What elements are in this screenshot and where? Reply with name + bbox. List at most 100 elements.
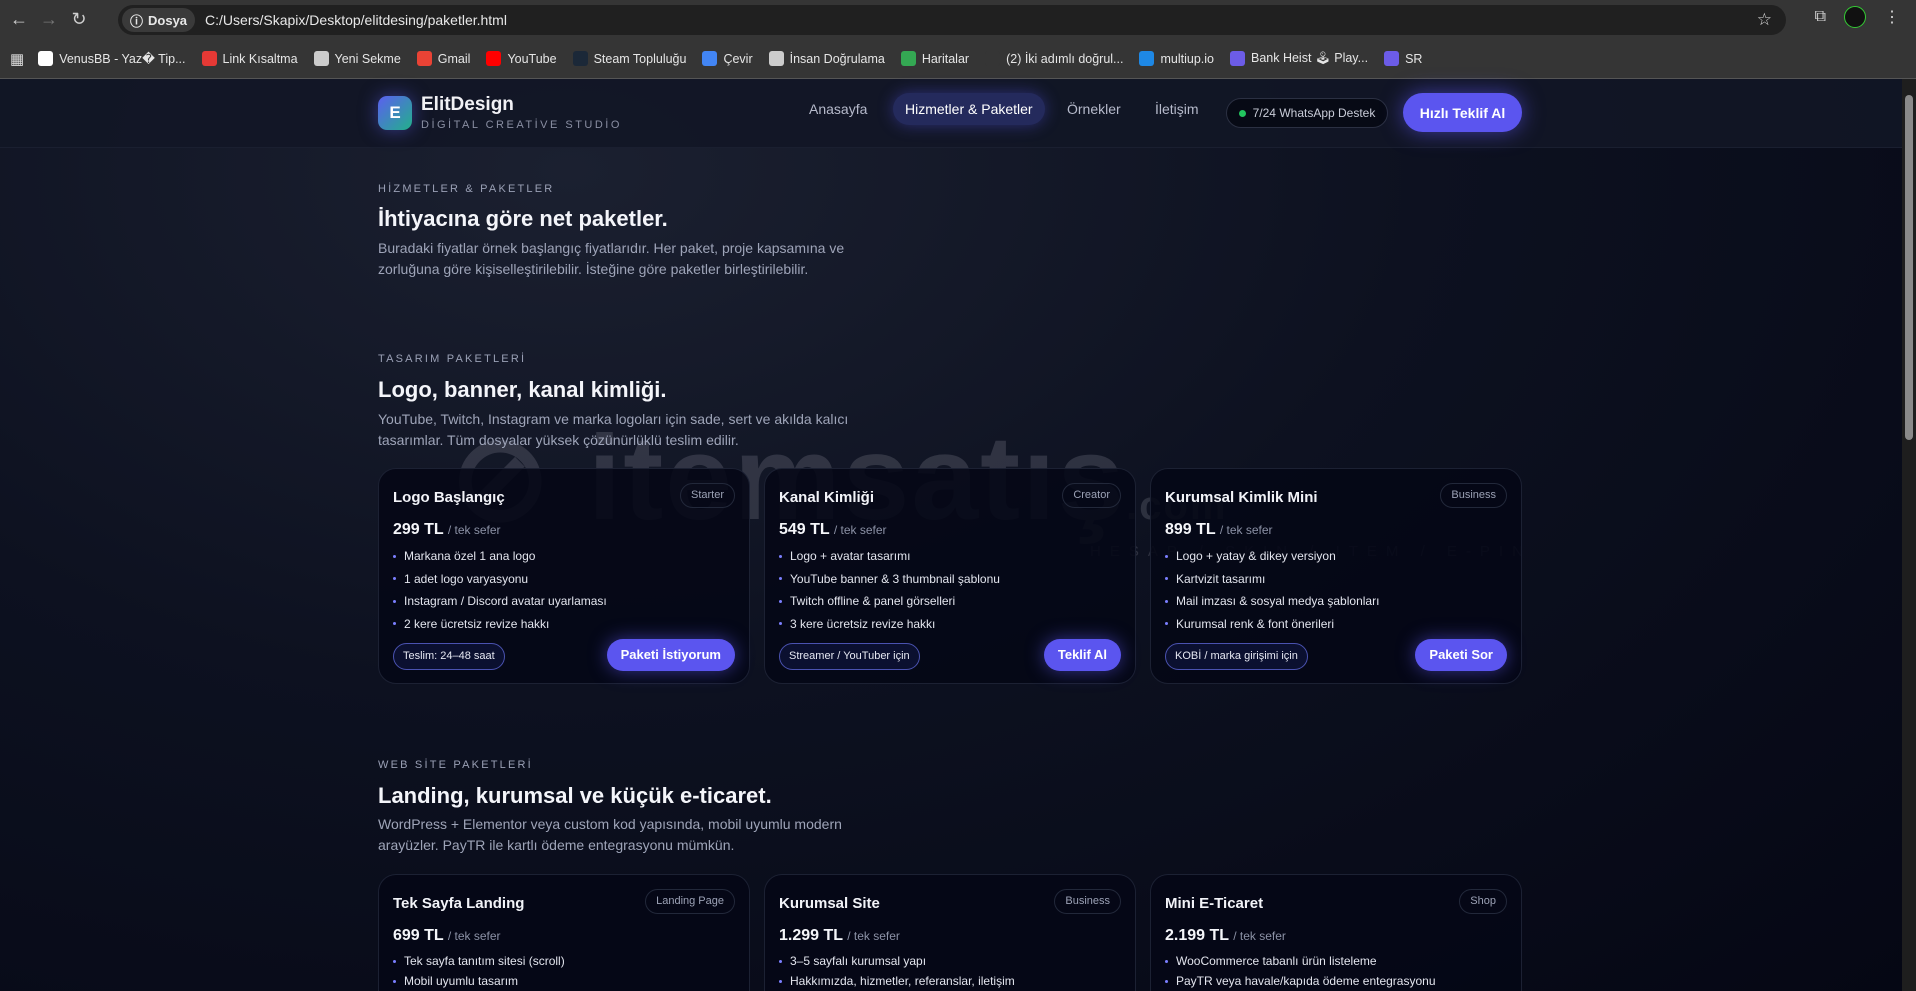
nav-anasayfa[interactable]: Anasayfa <box>809 93 867 125</box>
bookmark-item[interactable]: (2) İki adımlı doğrul... <box>985 51 1123 66</box>
price-value: 1.299 TL <box>779 927 843 944</box>
forward-icon[interactable]: → <box>34 9 64 30</box>
price-period: / tek sefer <box>447 523 501 537</box>
package-title: Kanal Kimliği <box>779 489 875 506</box>
bookmark-item[interactable]: multiup.io <box>1139 51 1214 66</box>
bookmark-label: Haritalar <box>921 51 970 66</box>
bookmark-star-icon[interactable]: ☆ <box>1757 10 1772 30</box>
package-price: 899 TL / tek sefer <box>1165 521 1273 539</box>
extensions-icon[interactable]: ⧉ <box>1815 8 1826 26</box>
design-title: Logo, banner, kanal kimliği. <box>378 377 667 402</box>
bookmark-item[interactable]: Gmail <box>416 51 471 66</box>
price-period: / tek sefer <box>447 929 501 943</box>
feature-item: Twitch offline & panel görselleri <box>779 590 1000 613</box>
package-card: Mini E-Ticaret Shop 2.199 TL / tek sefer… <box>1150 874 1522 991</box>
feature-item: Instagram / Discord avatar uyarlaması <box>393 590 607 613</box>
intro-text: Buradaki fiyatlar örnek başlangıç fiyatl… <box>378 240 845 277</box>
package-price: 549 TL / tek sefer <box>779 521 887 539</box>
feature-list: Markana özel 1 ana logo 1 adet logo varya… <box>393 545 607 635</box>
bookmark-label: Yeni Sekme <box>334 51 401 66</box>
bookmarks-bar: ▦ VenusBB - Yaz� Tip... Link Kısaltma Yeni… <box>0 39 1916 79</box>
bookmark-favicon-icon <box>38 51 54 66</box>
bookmark-favicon-icon <box>702 51 718 66</box>
bookmark-item[interactable]: SR <box>1384 51 1422 66</box>
package-card: Kanal Kimliği Creator 549 TL / tek sefer… <box>764 468 1136 684</box>
package-badge: Starter <box>679 483 735 508</box>
info-icon: ⓘ <box>130 13 144 29</box>
back-icon[interactable]: ← <box>4 9 34 30</box>
package-request-button[interactable]: Paketi İstiyorum <box>606 639 735 671</box>
logo-mark[interactable]: E <box>378 96 412 130</box>
scrollbar-thumb[interactable] <box>1905 95 1913 440</box>
bookmark-favicon-icon <box>900 51 916 66</box>
feature-item: 2 kere ücretsiz revize hakkı <box>393 613 607 636</box>
profile-avatar[interactable] <box>1844 6 1866 28</box>
feature-item: 3 kere ücretsiz revize hakkı <box>779 613 1000 636</box>
bookmark-item[interactable]: Yeni Sekme <box>313 51 401 66</box>
feature-item: PayTR veya havale/kapıda ödeme entegrasy… <box>1165 971 1436 991</box>
feature-list: WooCommerce tabanlı ürün listeleme PayTR … <box>1165 951 1436 991</box>
feature-list: Logo + avatar tasarımı YouTube banner & 3… <box>779 545 1000 635</box>
bookmark-item[interactable]: Link Kısaltma <box>201 51 298 66</box>
price-period: / tek sefer <box>1219 523 1273 537</box>
feature-item: 3–5 sayfalı kurumsal yapı <box>779 951 1015 971</box>
package-note-pill: Streamer / YouTuber için <box>779 643 920 670</box>
bookmark-item[interactable]: Çevir <box>702 51 753 66</box>
package-title: Mini E-Ticaret <box>1165 895 1264 912</box>
feature-list: Tek sayfa tanıtım sitesi (scroll) Mobil u… <box>393 951 565 991</box>
brand-name[interactable]: ElitDesign <box>421 94 514 116</box>
feature-list: 3–5 sayfalı kurumsal yapı Hakkımızda, hiz… <box>779 951 1015 991</box>
bookmark-label: VenusBB - Yaz� Tip... <box>59 52 186 66</box>
bookmark-favicon-icon <box>201 51 217 66</box>
package-title: Tek Sayfa Landing <box>393 895 525 912</box>
package-request-button[interactable]: Paketi Sor <box>1415 639 1507 671</box>
bookmark-label: SR <box>1405 51 1423 66</box>
nav-hizmetler-paketler[interactable]: Hizmetler & Paketler <box>893 93 1045 125</box>
package-badge: Shop <box>1459 889 1507 914</box>
quick-quote-button[interactable]: Hızlı Teklif Al <box>1403 93 1522 132</box>
bookmark-item[interactable]: VenusBB - Yaz� Tip... <box>38 51 186 66</box>
whatsapp-support-button[interactable]: 7/24 WhatsApp Destek <box>1226 98 1388 128</box>
bookmark-favicon-icon <box>572 51 588 66</box>
bookmark-favicon-icon <box>1384 51 1400 66</box>
design-text: YouTube, Twitch, Instagram ve marka logo… <box>378 411 849 448</box>
nav-iletisim[interactable]: İletişim <box>1155 93 1199 125</box>
bookmark-item[interactable]: Steam Topluluğu <box>572 51 686 66</box>
bookmark-label: Gmail <box>437 51 471 66</box>
reload-icon[interactable]: ↻ <box>64 9 94 30</box>
feature-item: Mobil uyumlu tasarım <box>393 971 565 991</box>
feature-item: 1 adet logo varyasyonu <box>393 568 607 591</box>
site-header: E ElitDesign DİGİTAL CREATİVE STUDİO Ana… <box>0 79 1902 148</box>
package-badge: Business <box>1054 889 1121 914</box>
price-value: 899 TL <box>1165 521 1216 538</box>
browser-toolbar: ← → ↻ ⓘ Dosya C:/Users/Skapix/Desktop/eli… <box>0 0 1916 39</box>
web-title: Landing, kurumsal ve küçük e-ticaret. <box>378 783 772 808</box>
browser-chrome: ← → ↻ ⓘ Dosya C:/Users/Skapix/Desktop/eli… <box>0 0 1916 79</box>
online-dot-icon <box>1238 109 1246 117</box>
bookmark-favicon-icon <box>1229 51 1245 66</box>
package-title: Kurumsal Kimlik Mini <box>1165 489 1318 506</box>
bookmark-favicon-icon <box>313 51 329 66</box>
package-card: Tek Sayfa Landing Landing Page 699 TL / … <box>378 874 750 991</box>
menu-icon[interactable]: ⋮ <box>1884 7 1900 27</box>
apps-icon[interactable]: ▦ <box>10 50 24 68</box>
bookmark-item[interactable]: YouTube <box>486 51 557 66</box>
site-info-chip[interactable]: ⓘ Dosya <box>122 8 196 32</box>
package-request-button[interactable]: Teklif Al <box>1043 639 1121 671</box>
nav-ornekler[interactable]: Örnekler <box>1067 93 1121 125</box>
bookmark-item[interactable]: Bank Heist 🕹 Play... <box>1229 51 1369 66</box>
scrollbar[interactable] <box>1902 79 1916 991</box>
design-eyebrow: TASARIM PAKETLERİ <box>378 353 527 365</box>
whatsapp-label: 7/24 WhatsApp Destek <box>1252 106 1376 120</box>
address-bar[interactable]: ⓘ Dosya C:/Users/Skapix/Desktop/elitdesin… <box>118 5 1786 35</box>
feature-item: Mail imzası & sosyal medya şablonları <box>1165 590 1379 613</box>
bookmark-favicon-icon <box>486 51 502 66</box>
bookmark-label: Bank Heist 🕹 Play... <box>1250 51 1369 65</box>
bookmark-item[interactable]: İnsan Doğrulama <box>768 51 885 66</box>
brand-tagline: DİGİTAL CREATİVE STUDİO <box>421 119 622 131</box>
bookmark-item[interactable]: Haritalar <box>900 51 970 66</box>
package-title: Logo Başlangıç <box>393 489 505 506</box>
package-badge: Creator <box>1062 483 1121 508</box>
url-text[interactable]: C:/Users/Skapix/Desktop/elitdesing/paket… <box>205 12 507 28</box>
web-eyebrow: WEB SİTE PAKETLERİ <box>378 759 533 771</box>
